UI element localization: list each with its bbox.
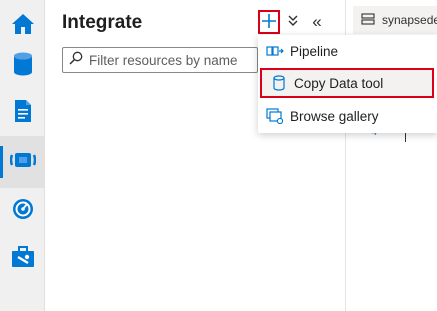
add-resource-button[interactable] bbox=[258, 10, 280, 34]
nav-monitor[interactable] bbox=[0, 185, 45, 237]
nav-develop[interactable] bbox=[0, 87, 45, 139]
filter-box bbox=[62, 47, 258, 73]
expand-collapse-all-button[interactable] bbox=[282, 10, 304, 34]
collapse-panel-button[interactable]: « bbox=[306, 10, 328, 34]
double-chevron-left-icon: « bbox=[312, 12, 322, 31]
filter-input[interactable] bbox=[89, 52, 254, 68]
monitor-icon bbox=[11, 197, 35, 226]
menu-item-pipeline[interactable]: Pipeline bbox=[258, 36, 437, 66]
add-resource-menu: Pipeline Copy Data tool Browse gallery bbox=[258, 35, 437, 133]
menu-item-label: Pipeline bbox=[290, 43, 339, 59]
menu-item-label: Copy Data tool bbox=[294, 75, 384, 91]
copy-data-icon bbox=[270, 74, 288, 92]
plus-icon bbox=[262, 13, 276, 31]
workspace-tab[interactable]: synapsedem bbox=[353, 6, 437, 34]
gallery-icon bbox=[266, 107, 284, 125]
tab-label: synapsedem bbox=[382, 13, 437, 27]
home-icon bbox=[10, 12, 36, 41]
nav-rail bbox=[0, 0, 45, 311]
data-icon bbox=[12, 51, 34, 82]
search-icon bbox=[69, 51, 83, 70]
workspace-icon bbox=[361, 12, 375, 28]
pipeline-icon bbox=[266, 42, 284, 60]
menu-item-copy-data-tool[interactable]: Copy Data tool bbox=[260, 68, 434, 98]
chevron-down-icon bbox=[288, 14, 298, 30]
panel-title: Integrate bbox=[62, 12, 143, 33]
nav-integrate[interactable] bbox=[0, 136, 45, 188]
integrate-icon bbox=[9, 149, 36, 176]
develop-icon bbox=[13, 99, 33, 128]
nav-manage[interactable] bbox=[0, 233, 45, 285]
menu-item-label: Browse gallery bbox=[290, 108, 379, 124]
active-indicator bbox=[0, 146, 3, 178]
manage-icon bbox=[11, 245, 35, 274]
nav-data[interactable] bbox=[0, 40, 45, 92]
menu-item-browse-gallery[interactable]: Browse gallery bbox=[258, 101, 437, 131]
